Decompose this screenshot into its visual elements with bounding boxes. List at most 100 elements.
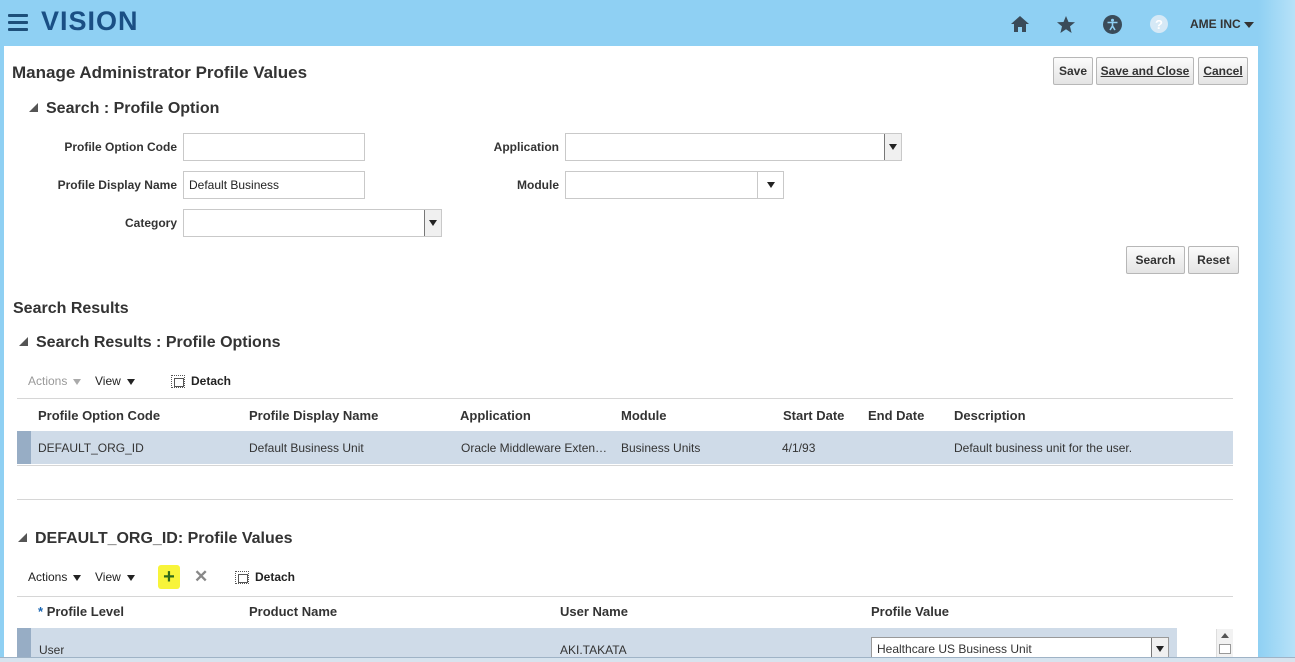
- cell-start-date: 4/1/93: [782, 441, 816, 455]
- chevron-down-icon: [1243, 21, 1254, 28]
- collapse-triangle-icon: [18, 533, 27, 542]
- required-indicator: *: [38, 604, 44, 619]
- table-divider: [17, 499, 1233, 500]
- column-header-description[interactable]: Description: [954, 408, 1026, 423]
- scroll-thumb[interactable]: [1219, 644, 1231, 654]
- profile-options-section-title: Search Results : Profile Options: [36, 334, 281, 351]
- column-header-profile-level[interactable]: * Profile Level: [38, 604, 124, 619]
- table-divider: [17, 465, 1233, 466]
- cancel-button[interactable]: Cancel: [1198, 57, 1248, 85]
- profile-options-section-header[interactable]: Search Results : Profile Options: [19, 334, 281, 352]
- values-view-menu[interactable]: View: [95, 570, 135, 584]
- application-select[interactable]: [565, 133, 902, 161]
- delete-icon: ✕: [194, 567, 209, 586]
- os-taskbar: [0, 657, 1295, 662]
- delete-row-button[interactable]: ✕: [194, 567, 208, 587]
- profile-values-section-header[interactable]: DEFAULT_ORG_ID: Profile Values: [18, 530, 293, 548]
- detach-icon: [171, 375, 185, 389]
- help-icon[interactable]: ?: [1148, 13, 1170, 35]
- user-menu[interactable]: AME INC: [1190, 17, 1254, 31]
- search-button[interactable]: Search: [1126, 246, 1185, 274]
- save-button[interactable]: Save: [1053, 57, 1093, 85]
- view-menu[interactable]: View: [95, 374, 135, 388]
- chevron-down-icon: [126, 574, 135, 581]
- column-header-user-name[interactable]: User Name: [560, 604, 628, 619]
- row-selector[interactable]: [17, 431, 31, 464]
- column-header-application[interactable]: Application: [460, 408, 531, 423]
- chevron-down-icon: [73, 378, 82, 385]
- module-select[interactable]: [565, 171, 784, 199]
- actions-menu[interactable]: Actions: [28, 374, 82, 388]
- save-and-close-button[interactable]: Save and Close: [1096, 57, 1194, 85]
- column-header-start-date[interactable]: Start Date: [783, 408, 844, 423]
- search-section-title: Search : Profile Option: [46, 100, 220, 117]
- search-section-header[interactable]: Search : Profile Option: [29, 100, 219, 118]
- search-button-label: Search: [1135, 253, 1176, 267]
- cell-profile-level[interactable]: User: [39, 643, 64, 657]
- values-view-label: View: [95, 570, 121, 584]
- values-detach-label: Detach: [255, 570, 296, 584]
- values-detach-button[interactable]: Detach: [235, 570, 296, 585]
- category-select[interactable]: [183, 209, 442, 237]
- profile-option-code-input[interactable]: [183, 133, 365, 161]
- column-header-product-name[interactable]: Product Name: [249, 604, 337, 619]
- values-actions-label: Actions: [28, 570, 68, 584]
- home-icon[interactable]: [1009, 13, 1031, 35]
- module-label: Module: [517, 178, 559, 192]
- cell-user-name[interactable]: AKI.TAKATA: [560, 643, 627, 657]
- table-divider: [17, 596, 1233, 597]
- app-window: VISION ? AME INC Manage Administrator Pr…: [0, 0, 1295, 662]
- cell-module: Business Units: [621, 441, 701, 455]
- save-and-close-label: Save and Close: [1100, 64, 1190, 78]
- category-label: Category: [124, 216, 177, 230]
- column-header-end-date[interactable]: End Date: [868, 408, 924, 423]
- collapse-triangle-icon: [19, 337, 28, 346]
- add-row-button[interactable]: +: [158, 565, 180, 589]
- cell-description: Default business unit for the user.: [954, 441, 1133, 455]
- profile-display-name-input[interactable]: Default Business: [183, 171, 365, 199]
- profile-value-text: Healthcare US Business Unit: [877, 642, 1032, 656]
- column-header-profile-display-name[interactable]: Profile Display Name: [249, 408, 378, 423]
- search-results-heading: Search Results: [13, 300, 129, 317]
- view-menu-label: View: [95, 374, 121, 388]
- scroll-up-icon[interactable]: [1221, 633, 1229, 638]
- save-button-label: Save: [1058, 64, 1088, 78]
- chevron-down-icon: [429, 220, 437, 226]
- detach-button[interactable]: Detach: [171, 374, 232, 389]
- background-decoration: [1258, 0, 1295, 662]
- collapse-triangle-icon: [29, 103, 38, 112]
- application-label: Application: [493, 140, 559, 154]
- cell-profile-display-name: Default Business Unit: [249, 441, 364, 455]
- chevron-down-icon: [126, 378, 135, 385]
- chevron-down-icon: [73, 574, 82, 581]
- reset-button[interactable]: Reset: [1188, 246, 1239, 274]
- chevron-down-icon: [1156, 646, 1164, 652]
- column-header-module[interactable]: Module: [621, 408, 667, 423]
- cell-profile-option-code: DEFAULT_ORG_ID: [38, 441, 144, 455]
- global-header: VISION ? AME INC: [0, 0, 1258, 46]
- module-dropdown-button[interactable]: [757, 172, 783, 198]
- detach-label: Detach: [191, 374, 232, 388]
- table-divider: [17, 398, 1233, 399]
- cancel-button-label: Cancel: [1203, 64, 1243, 78]
- vision-logo[interactable]: VISION: [41, 6, 139, 37]
- help-icon-glyph: ?: [1150, 15, 1168, 33]
- application-dropdown-button[interactable]: [884, 134, 901, 160]
- cell-application: Oracle Middleware Exten…: [461, 441, 608, 455]
- accessibility-icon[interactable]: [1101, 13, 1123, 35]
- profile-level-header-label: Profile Level: [46, 604, 124, 619]
- detach-icon: [235, 571, 249, 585]
- reset-button-label: Reset: [1197, 253, 1230, 267]
- chevron-down-icon: [766, 182, 775, 188]
- profile-values-section-title: DEFAULT_ORG_ID: Profile Values: [35, 530, 293, 547]
- plus-icon: +: [163, 566, 175, 588]
- chevron-down-icon: [889, 144, 897, 150]
- category-dropdown-button[interactable]: [424, 210, 441, 236]
- column-header-profile-option-code[interactable]: Profile Option Code: [38, 408, 160, 423]
- profile-display-name-label: Profile Display Name: [57, 178, 177, 192]
- column-header-profile-value[interactable]: Profile Value: [871, 604, 949, 619]
- page-title: Manage Administrator Profile Values: [12, 63, 308, 82]
- star-icon[interactable]: [1055, 13, 1077, 35]
- values-actions-menu[interactable]: Actions: [28, 570, 82, 584]
- menu-icon[interactable]: [8, 14, 28, 32]
